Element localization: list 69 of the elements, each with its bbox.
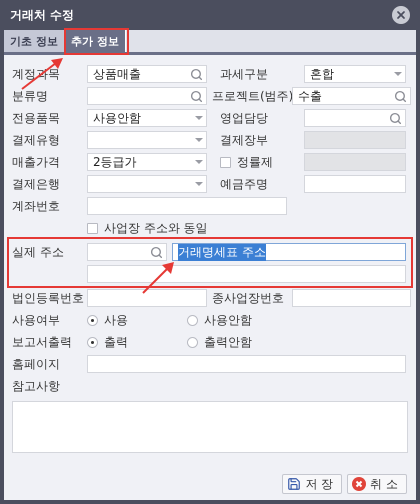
radio-label: 출력 [104, 334, 128, 350]
checkbox[interactable] [87, 222, 98, 234]
save-button[interactable]: 저 장 [282, 474, 342, 494]
cancel-button[interactable]: 취 소 [347, 474, 407, 494]
field-label: 참고사항 [12, 378, 61, 394]
field-label: 전용품목 [12, 110, 61, 126]
dropdown-field[interactable]: 2등급가 [87, 153, 207, 171]
radio-button[interactable] [87, 336, 98, 348]
radio-label: 사용안함 [204, 312, 252, 328]
field-label: 홈페이지 [12, 356, 61, 372]
search-icon[interactable] [394, 90, 407, 102]
checkbox[interactable] [220, 156, 231, 168]
field-label: 결제장부 [220, 132, 269, 148]
highlight-frame [64, 28, 129, 55]
radio-label: 사용 [104, 312, 128, 328]
close-button[interactable] [392, 6, 410, 24]
radio-button[interactable] [87, 314, 98, 326]
search-field[interactable] [87, 87, 207, 105]
field-label: 분류명 [12, 88, 49, 104]
search-field[interactable]: 수출 [292, 87, 411, 105]
input-field[interactable] [87, 197, 287, 215]
dropdown-caret-icon[interactable] [195, 138, 203, 142]
search-icon[interactable] [389, 112, 402, 124]
search-icon[interactable] [150, 246, 163, 258]
search-icon[interactable] [190, 68, 203, 80]
annotation-arrow [141, 261, 175, 295]
field-label: 예금주명 [220, 176, 269, 192]
tab[interactable]: 추가 정보 [65, 30, 126, 52]
window-title: 거래처 수정 [10, 6, 74, 24]
field-label: 사용여부 [12, 312, 61, 328]
dropdown-field[interactable]: 사용안함 [87, 109, 207, 127]
memo-field[interactable] [12, 401, 408, 453]
field-label: 계좌번호 [12, 198, 61, 214]
field-label: 결제유형 [12, 132, 61, 148]
radio-button[interactable] [187, 314, 198, 326]
radio-label: 출력안함 [204, 334, 252, 350]
dropdown-field[interactable]: 혼합 [304, 65, 406, 83]
dropdown-caret-icon[interactable] [394, 72, 402, 76]
address-detail-field[interactable] [87, 265, 406, 283]
dropdown-caret-icon[interactable] [195, 182, 203, 186]
radio-button[interactable] [187, 336, 198, 348]
input-field[interactable] [304, 175, 406, 193]
address-field[interactable]: 거래명세표 주소 [172, 243, 406, 261]
field-label: 매출가격 [12, 154, 61, 170]
field-label: 과세구분 [220, 66, 269, 82]
tab[interactable]: 기초 정보 [4, 30, 65, 52]
dropdown-caret-icon[interactable] [195, 160, 203, 164]
field-label: 법인등록번호 [12, 290, 85, 306]
dropdown-field[interactable] [87, 131, 207, 149]
input-field[interactable] [87, 289, 207, 307]
dropdown-field[interactable] [87, 175, 207, 193]
cancel-icon [352, 477, 366, 491]
close-icon [395, 9, 407, 21]
checkbox-label: 정률제 [237, 154, 274, 170]
save-icon [287, 477, 302, 491]
field-label: 실제 주소 [12, 244, 65, 260]
search-field[interactable]: 상품매출 [87, 65, 207, 83]
dropdown-caret-icon[interactable] [195, 116, 203, 120]
field-label: 종사업장번호 [212, 290, 285, 306]
field-label: 영업담당 [220, 110, 269, 126]
field-label: 결제은행 [12, 176, 61, 192]
checkbox-label: 사업장 주소와 동일 [104, 220, 208, 236]
field-label: 보고서출력 [12, 334, 73, 350]
search-field[interactable] [87, 243, 167, 261]
search-icon[interactable] [190, 90, 203, 102]
search-field[interactable] [304, 109, 406, 127]
input-field[interactable] [292, 289, 411, 307]
field-label: 프로젝트(범주) [212, 88, 292, 104]
input-field[interactable] [87, 355, 406, 373]
